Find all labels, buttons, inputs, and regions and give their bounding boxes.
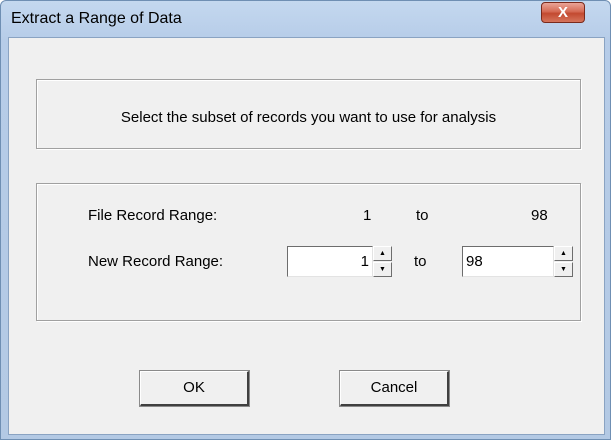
spin-down-icon[interactable]: ▼ [373, 262, 392, 277]
cancel-button[interactable]: Cancel [340, 371, 449, 406]
close-icon: X [557, 4, 568, 21]
record-range-group: File Record Range: 1 to 98 New Record Ra… [36, 183, 581, 321]
new-record-range-label: New Record Range: [88, 253, 224, 270]
spin-up-icon[interactable]: ▲ [373, 246, 392, 261]
instruction-text: Select the subset of records you want to… [120, 109, 497, 126]
file-record-range-end: 98 [531, 207, 548, 224]
start-record-spinner[interactable]: ▲ ▼ [373, 246, 392, 277]
ok-button[interactable]: OK [140, 371, 249, 406]
spin-up-icon[interactable]: ▲ [554, 246, 573, 261]
instruction-group: Select the subset of records you want to… [36, 79, 581, 149]
title-bar[interactable]: Extract a Range of Data X [1, 1, 610, 37]
end-record-spinner[interactable]: ▲ ▼ [554, 246, 573, 277]
start-record-input[interactable]: 1 [287, 246, 373, 277]
dialog-client-area: Select the subset of records you want to… [8, 37, 605, 435]
spin-down-icon[interactable]: ▼ [554, 262, 573, 277]
file-record-range-start: 1 [363, 207, 372, 224]
new-record-range-to-label: to [414, 253, 427, 270]
window-title: Extract a Range of Data [11, 10, 182, 27]
file-record-range-label: File Record Range: [88, 207, 218, 224]
close-button[interactable]: X [541, 2, 585, 23]
dialog-window: Extract a Range of Data X Select the sub… [0, 0, 611, 440]
file-record-range-to-label: to [416, 207, 429, 224]
end-record-input[interactable]: 98 [462, 246, 554, 277]
